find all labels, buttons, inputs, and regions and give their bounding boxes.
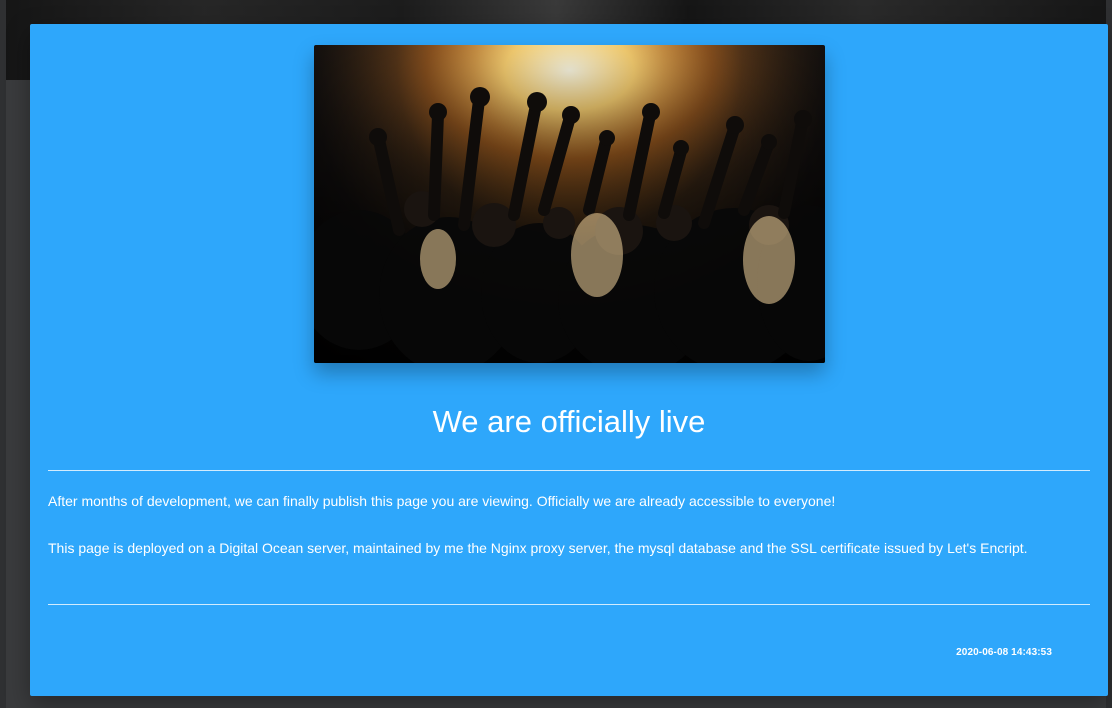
page-title: We are officially live: [432, 404, 706, 439]
timestamp: 2020-06-08 14:43:53: [956, 647, 1052, 658]
announcement-modal: We are officially live After months of d…: [30, 24, 1108, 696]
intro-paragraph: After months of development, we can fina…: [48, 493, 836, 509]
deployment-paragraph: This page is deployed on a Digital Ocean…: [48, 540, 1028, 556]
top-divider: [48, 470, 1090, 471]
hero-image: [314, 45, 825, 363]
bottom-divider: [48, 604, 1090, 605]
page: We are officially live After months of d…: [0, 0, 1112, 708]
concert-crowd-image: [314, 45, 825, 363]
